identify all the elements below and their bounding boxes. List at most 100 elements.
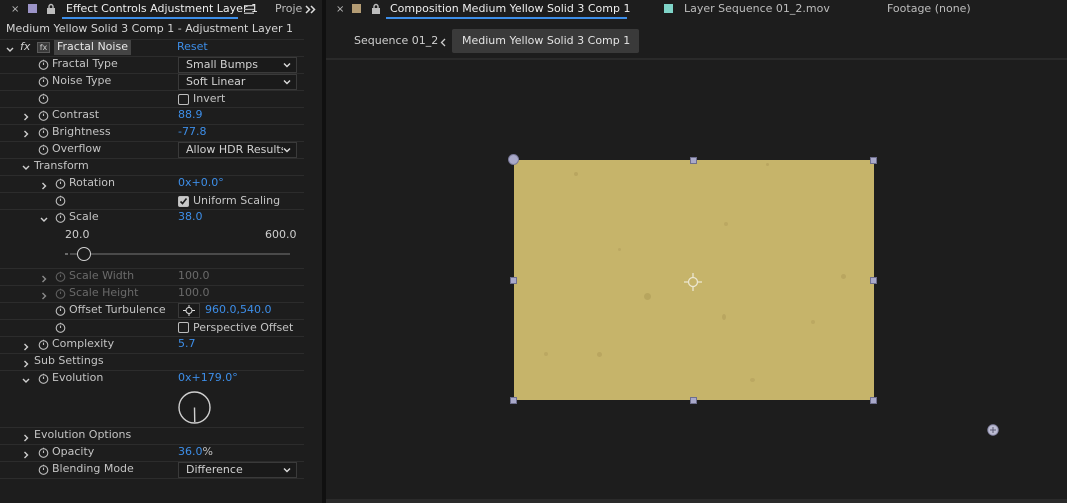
- fractal-type-value: Small Bumps: [186, 58, 258, 71]
- lock-icon[interactable]: [371, 3, 381, 18]
- overflow-dropdown[interactable]: Allow HDR Results: [178, 142, 297, 158]
- stopwatch-icon[interactable]: [55, 178, 66, 192]
- uniform-scaling-checkbox[interactable]: [178, 196, 189, 207]
- effect-controls-panel: × Effect Controls Adjustment Layer 1 Pro…: [0, 0, 322, 503]
- stopwatch-icon[interactable]: [38, 144, 49, 158]
- expand-chevron-icon[interactable]: [22, 111, 30, 124]
- blending-mode-dropdown[interactable]: Difference: [178, 462, 297, 478]
- complexity-value[interactable]: 5.7: [178, 337, 196, 351]
- evolution-dial-icon[interactable]: [177, 390, 212, 425]
- transform-handle[interactable]: [510, 277, 517, 284]
- scale-height-label: Scale Height: [69, 286, 139, 299]
- contrast-label: Contrast: [52, 108, 100, 121]
- layer-label-swatch: [28, 4, 37, 13]
- collapse-chevron-icon[interactable]: [22, 375, 30, 388]
- tab-layer[interactable]: Layer Sequence 01_2.mov: [684, 2, 830, 16]
- stopwatch-icon[interactable]: [55, 322, 66, 336]
- stopwatch-icon[interactable]: [55, 305, 66, 319]
- transform-handle[interactable]: [690, 157, 697, 164]
- noise-type-dropdown[interactable]: Soft Linear: [178, 74, 297, 90]
- stopwatch-icon[interactable]: [38, 59, 49, 73]
- tab-footage[interactable]: Footage (none): [887, 2, 971, 16]
- transform-group-label[interactable]: Transform: [34, 159, 89, 173]
- transform-handle[interactable]: [510, 397, 517, 404]
- scale-slider-handle[interactable]: [76, 247, 91, 261]
- transform-handle[interactable]: [690, 397, 697, 404]
- composition-viewer[interactable]: [326, 60, 1067, 503]
- transform-handle[interactable]: [870, 277, 877, 284]
- noise-type-value: Soft Linear: [186, 75, 246, 88]
- stopwatch-icon[interactable]: [55, 195, 66, 209]
- breadcrumb: Sequence 01_2 Medium Yellow Solid 3 Comp…: [326, 20, 1067, 58]
- rotation-value[interactable]: 0x+0.0°: [178, 176, 224, 190]
- fractal-type-label: Fractal Type: [52, 57, 118, 70]
- scale-value[interactable]: 38.0: [178, 210, 203, 224]
- opacity-value[interactable]: 36.0: [178, 445, 203, 458]
- crosshair-point-icon[interactable]: [178, 303, 200, 318]
- offset-turbulence-value[interactable]: 960.0,540.0: [205, 303, 271, 317]
- scale-slider-start-tick: [65, 253, 68, 255]
- chevron-down-icon: [283, 80, 291, 85]
- blending-mode-value: Difference: [186, 463, 243, 476]
- perspective-offset-label: Perspective Offset: [193, 321, 294, 334]
- opacity-value-wrap: 36.0%: [178, 445, 213, 459]
- anchor-point-icon[interactable]: [683, 272, 703, 295]
- layer-label-swatch: [664, 4, 673, 13]
- fractal-type-dropdown[interactable]: Small Bumps: [178, 57, 297, 73]
- stopwatch-icon[interactable]: [38, 93, 49, 107]
- stopwatch-icon[interactable]: [38, 76, 49, 90]
- effect-pin-icon[interactable]: fx: [37, 42, 50, 53]
- tab-composition[interactable]: Composition Medium Yellow Solid 3 Comp 1: [390, 2, 630, 16]
- tab-overflow-icon[interactable]: [305, 4, 316, 17]
- collapse-chevron-icon[interactable]: [40, 214, 48, 227]
- transform-handle[interactable]: [870, 397, 877, 404]
- overflow-label: Overflow: [52, 142, 102, 155]
- noise-spot: [841, 274, 846, 279]
- overflow-value: Allow HDR Results: [186, 143, 287, 156]
- chevron-down-icon: [283, 468, 291, 473]
- sub-settings-label[interactable]: Sub Settings: [34, 354, 104, 368]
- invert-checkbox[interactable]: [178, 94, 189, 105]
- stopwatch-icon[interactable]: [38, 447, 49, 461]
- lock-icon[interactable]: [46, 3, 56, 18]
- stopwatch-icon: [55, 271, 66, 285]
- offset-turbulence-point-icon[interactable]: [987, 424, 999, 439]
- evolution-options-label[interactable]: Evolution Options: [34, 428, 131, 442]
- stopwatch-icon[interactable]: [38, 110, 49, 124]
- transform-handle[interactable]: [870, 157, 877, 164]
- noise-spot: [618, 248, 621, 251]
- fx-toggle-icon[interactable]: fx: [20, 40, 30, 54]
- brightness-value[interactable]: -77.8: [178, 125, 206, 139]
- stopwatch-icon[interactable]: [38, 339, 49, 353]
- stopwatch-icon[interactable]: [55, 212, 66, 226]
- stopwatch-icon[interactable]: [38, 464, 49, 478]
- blending-mode-label: Blending Mode: [52, 462, 134, 475]
- chevron-down-icon: [283, 63, 291, 68]
- noise-spot: [722, 314, 726, 320]
- viewer-bottom-border: [326, 499, 1067, 503]
- scale-slider-track[interactable]: [70, 247, 290, 261]
- perspective-offset-checkbox[interactable]: [178, 322, 189, 333]
- close-tab-icon[interactable]: ×: [11, 3, 19, 17]
- expand-chevron-icon[interactable]: [22, 128, 30, 141]
- layer-origin-handle[interactable]: [508, 154, 519, 165]
- noise-spot: [766, 163, 769, 166]
- noise-spot: [644, 293, 651, 300]
- panel-menu-icon[interactable]: [244, 4, 254, 17]
- offset-turbulence-label: Offset Turbulence: [69, 303, 166, 316]
- collapse-chevron-icon[interactable]: [22, 162, 30, 175]
- evolution-value[interactable]: 0x+179.0°: [178, 371, 238, 385]
- tab-effect-controls[interactable]: Effect Controls Adjustment Layer 1: [66, 2, 258, 16]
- tab-active-underline: [62, 17, 238, 19]
- right-tab-bar: × Composition Medium Yellow Solid 3 Comp…: [326, 0, 1067, 20]
- contrast-value[interactable]: 88.9: [178, 108, 203, 122]
- stopwatch-icon[interactable]: [38, 373, 49, 387]
- noise-spot: [574, 172, 578, 176]
- left-tab-bar: × Effect Controls Adjustment Layer 1 Pro…: [0, 0, 322, 20]
- breadcrumb-sequence[interactable]: Sequence 01_2: [354, 34, 438, 48]
- tab-project[interactable]: Proje: [275, 2, 302, 16]
- close-tab-icon[interactable]: ×: [336, 3, 344, 17]
- effect-name[interactable]: Fractal Noise: [54, 40, 131, 55]
- stopwatch-icon[interactable]: [38, 127, 49, 141]
- reset-link[interactable]: Reset: [177, 40, 208, 54]
